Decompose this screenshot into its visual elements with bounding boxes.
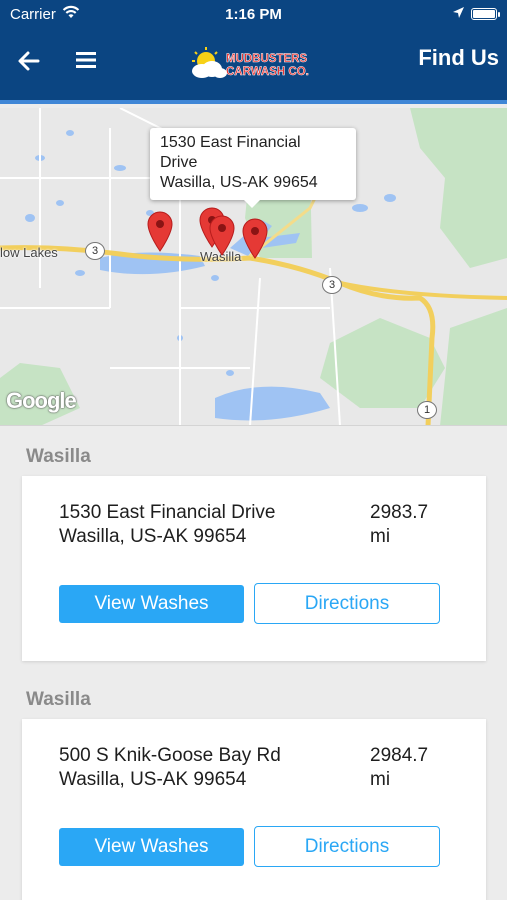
clock-label: 1:16 PM bbox=[225, 6, 282, 23]
logo-text-line1: MUDBUSTERS bbox=[226, 53, 307, 65]
page-title: Find Us bbox=[418, 45, 499, 70]
location-distance: 2983.7 mi bbox=[370, 501, 450, 549]
google-attribution-logo: Google bbox=[6, 388, 77, 413]
directions-button[interactable]: Directions bbox=[254, 583, 440, 624]
location-address: 1530 East Financial Drive Wasilla, US-AK… bbox=[59, 501, 349, 549]
back-arrow-icon[interactable] bbox=[14, 46, 44, 76]
address-line2: Wasilla, US-AK 99654 bbox=[59, 526, 247, 547]
info-window-line2: Drive bbox=[160, 154, 198, 171]
route-shield-1: 1 bbox=[417, 401, 437, 419]
map-view[interactable]: low Lakes Wasilla 3 3 1 1530 East Financ… bbox=[0, 108, 507, 426]
hamburger-menu-icon[interactable] bbox=[72, 46, 100, 74]
distance-unit: mi bbox=[370, 769, 391, 790]
info-window-line3: Wasilla, US-AK 99654 bbox=[160, 174, 318, 191]
info-window-line1: 1530 East Financial bbox=[160, 134, 301, 151]
location-section-title: Wasilla bbox=[26, 446, 91, 467]
nav-bar: MUDBUSTERS CARWASH CO. Find Us bbox=[0, 30, 507, 104]
route-shield-3-west: 3 bbox=[85, 242, 105, 260]
map-label-west-town: low Lakes bbox=[0, 245, 58, 260]
status-bar: Carrier 1:16 PM bbox=[0, 0, 507, 30]
mudbusters-logo: MUDBUSTERS CARWASH CO. bbox=[192, 47, 309, 78]
directions-button[interactable]: Directions bbox=[254, 826, 440, 867]
distance-value: 2984.7 bbox=[370, 745, 429, 766]
view-washes-button[interactable]: View Washes bbox=[59, 828, 244, 866]
logo-text-line2: CARWASH CO. bbox=[226, 66, 309, 78]
address-line2: Wasilla, US-AK 99654 bbox=[59, 769, 247, 790]
map-pin-icon[interactable] bbox=[208, 214, 236, 256]
distance-unit: mi bbox=[370, 526, 391, 547]
address-line1: 500 S Knik-Goose Bay Rd bbox=[59, 745, 281, 766]
location-card: 500 S Knik-Goose Bay Rd Wasilla, US-AK 9… bbox=[22, 719, 486, 900]
route-shield-3-east: 3 bbox=[322, 276, 342, 294]
address-line1: 1530 East Financial Drive bbox=[59, 502, 276, 523]
location-arrow-icon bbox=[453, 7, 464, 18]
location-card: 1530 East Financial Drive Wasilla, US-AK… bbox=[22, 476, 486, 661]
map-info-window[interactable]: 1530 East Financial Drive Wasilla, US-AK… bbox=[150, 128, 356, 208]
map-pin-icon[interactable] bbox=[241, 217, 269, 259]
location-distance: 2984.7 mi bbox=[370, 744, 450, 792]
location-address: 500 S Knik-Goose Bay Rd Wasilla, US-AK 9… bbox=[59, 744, 349, 792]
distance-value: 2983.7 bbox=[370, 502, 429, 523]
view-washes-button[interactable]: View Washes bbox=[59, 585, 244, 623]
battery-icon bbox=[471, 8, 497, 20]
location-section-title: Wasilla bbox=[26, 689, 91, 710]
info-window-tail bbox=[244, 200, 260, 208]
map-pin-icon[interactable] bbox=[146, 210, 174, 252]
battery-tip bbox=[498, 12, 500, 17]
